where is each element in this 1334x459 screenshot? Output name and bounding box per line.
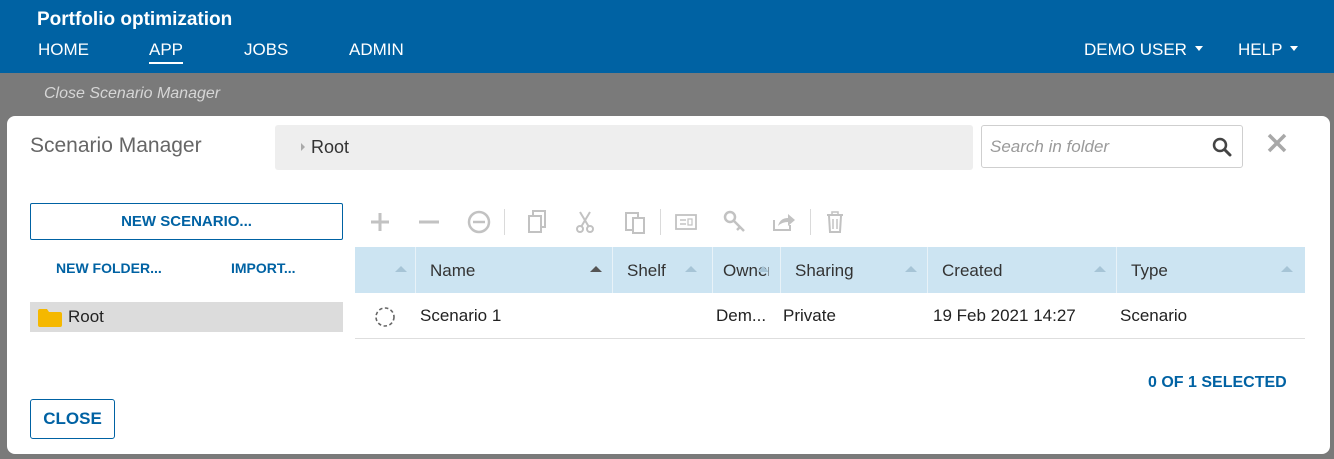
copy-icon[interactable] [524,209,550,235]
dialog-title: Scenario Manager [30,134,202,157]
share-icon[interactable] [771,209,797,235]
tree-item-label: Root [68,307,104,326]
paste-icon[interactable] [622,209,648,235]
toolbar-divider [660,209,661,235]
user-menu-label: DEMO USER [1084,40,1187,59]
nav-app[interactable]: APP [149,40,184,64]
chevron-down-icon [1290,46,1299,52]
sort-asc-icon [905,266,917,272]
sort-asc-icon [590,266,602,272]
column-header-label: Type [1131,261,1168,280]
column-header-created[interactable]: Created [928,247,1117,293]
sort-asc-icon [685,266,697,272]
delete-icon[interactable] [822,209,848,235]
column-header-label: Created [942,261,1003,280]
folder-icon [38,309,62,327]
column-header-label: Sharing [795,261,854,280]
status-pending-icon [375,307,395,327]
help-menu[interactable]: HELP [1238,40,1299,60]
chevron-down-icon [1194,46,1203,52]
sort-asc-icon [757,266,769,272]
cell-name: Scenario 1 [420,306,502,325]
sort-asc-icon [1094,266,1106,272]
sort-asc-icon [1281,266,1293,272]
sort-asc-icon [395,266,407,272]
cell-type: Scenario [1120,306,1188,325]
close-button[interactable]: CLOSE [30,399,115,439]
column-header-label: Name [430,261,476,280]
new-folder-button[interactable]: NEW FOLDER... [56,260,162,276]
column-header-type[interactable]: Type [1117,247,1305,293]
table-header-row: Name Shelf Owner Sharing Created Type [355,247,1305,293]
nav-jobs[interactable]: JOBS [244,40,288,60]
nav-admin[interactable]: ADMIN [349,40,404,60]
close-icon[interactable] [1267,133,1287,153]
toolbar-divider [810,209,811,235]
column-header-status[interactable] [355,247,416,293]
remove-circle-icon[interactable] [466,209,492,235]
help-menu-label: HELP [1238,40,1283,59]
remove-icon[interactable] [416,209,442,235]
column-header-label: Shelf [627,261,666,280]
add-icon[interactable] [367,209,393,235]
app-title: Portfolio optimization [37,9,233,30]
main-nav: HOME APP JOBS ADMIN DEMO USER HELP [0,40,1334,64]
cell-owner: Dem... [716,306,767,325]
top-app-bar: Portfolio optimization HOME APP JOBS ADM… [0,0,1334,73]
scenario-manager-dialog: Scenario Manager Root NEW SCENARIO... NE… [7,116,1330,454]
column-header-shelf[interactable]: Shelf [613,247,713,293]
tree-item-root[interactable]: Root [30,302,343,332]
breadcrumb-arrow-icon [301,143,305,151]
cell-sharing: Private [783,306,836,325]
properties-icon[interactable] [673,209,699,235]
breadcrumb-root[interactable]: Root [311,137,349,158]
search-box [981,125,1243,168]
column-header-name[interactable]: Name [416,247,613,293]
import-button[interactable]: IMPORT... [231,260,296,276]
close-scenario-manager-link[interactable]: Close Scenario Manager [44,85,220,103]
search-icon[interactable] [1212,137,1232,157]
column-header-sharing[interactable]: Sharing [781,247,928,293]
cell-created: 19 Feb 2021 14:27 [933,306,1076,325]
nav-home[interactable]: HOME [38,40,89,60]
toolbar [365,209,845,235]
key-icon[interactable] [722,209,748,235]
table-row[interactable]: Scenario 1 Dem... Private 19 Feb 2021 14… [355,293,1305,339]
cut-icon[interactable] [572,209,598,235]
toolbar-divider [504,209,505,235]
search-input[interactable] [990,134,1205,160]
column-header-owner[interactable]: Owner [713,247,781,293]
breadcrumb: Root [275,125,973,170]
selection-count: 0 OF 1 SELECTED [1148,374,1287,391]
new-scenario-button[interactable]: NEW SCENARIO... [30,203,343,240]
user-menu[interactable]: DEMO USER [1084,40,1203,60]
